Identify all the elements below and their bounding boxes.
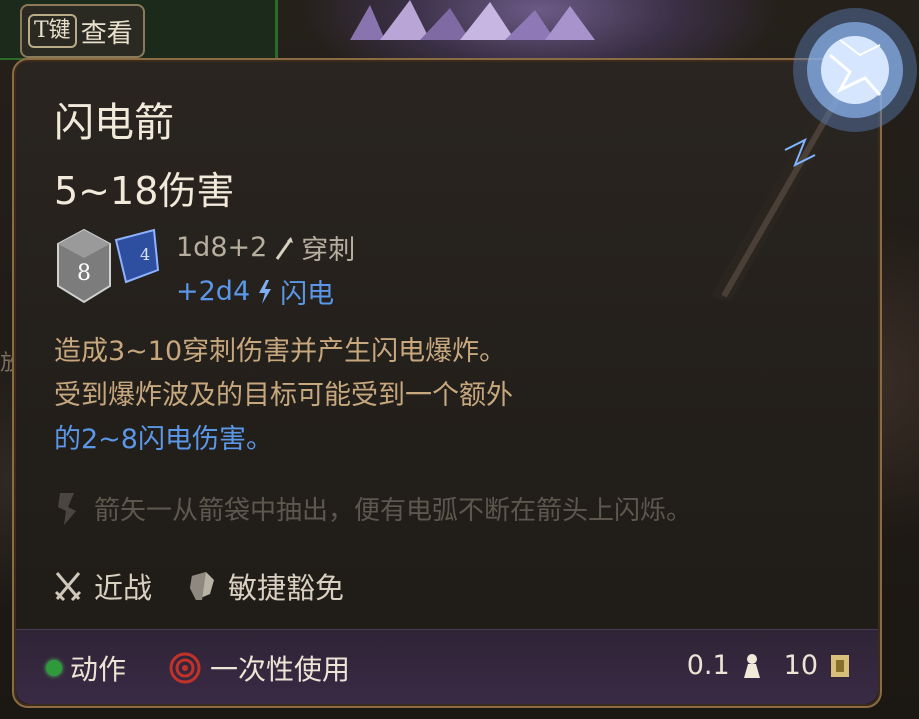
weight-value: 0.1: [686, 650, 730, 681]
description-highlight: 2~8闪电伤害: [81, 424, 246, 455]
arrow-of-lightning-icon: [711, 8, 917, 300]
pierce-type: 穿刺: [301, 235, 356, 266]
quote-icon: [58, 492, 76, 525]
action-dot-icon: [46, 660, 62, 676]
key-badge: T键: [28, 14, 77, 48]
usage-label: 一次性使用: [210, 653, 351, 686]
gold-icon: [831, 654, 849, 677]
description-line-1: 造成3~10穿刺伤害并产生闪电爆炸。: [54, 336, 507, 367]
lightning-type: 闪电: [280, 279, 335, 310]
inspect-key-hint[interactable]: T键 查看: [20, 4, 145, 58]
action-label: 动作: [70, 653, 127, 686]
lightning-dice: +2d4: [176, 276, 251, 307]
spell-tags: 近战 敏捷豁免: [54, 565, 366, 607]
tag-melee: 近战: [54, 565, 152, 607]
description-line-3: 的2~8闪电伤害。: [54, 418, 654, 462]
action-cost: 动作 一次性使用: [46, 648, 350, 688]
spell-title: 闪电箭: [54, 100, 174, 146]
tag-save-label: 敏捷豁免: [228, 571, 345, 605]
description-line-2: 受到爆炸波及的目标可能受到一个额外: [54, 380, 513, 411]
pierce-icon: [276, 236, 294, 260]
spell-description: 造成3~10穿刺伤害并产生闪电爆炸。 受到爆炸波及的目标可能受到一个额外 的2~…: [54, 330, 654, 462]
weight-icon: [743, 653, 760, 678]
d4-label: 4: [140, 245, 150, 264]
key-hint-label: 查看: [80, 18, 133, 49]
damage-total: 5~18伤害: [54, 169, 235, 213]
tag-melee-label: 近战: [94, 571, 153, 605]
flavor-text: 箭矢一从箭袋中抽出，便有电弧不断在箭头上闪烁。: [54, 490, 692, 527]
gold-value: 10: [783, 650, 818, 681]
description-prefix: 的: [54, 424, 81, 455]
one-time-use-icon: [169, 652, 201, 684]
crossed-swords-icon: [54, 572, 82, 602]
item-stats: 0.1 10: [687, 650, 852, 681]
description-suffix: 。: [245, 424, 273, 455]
d8-label: 8: [77, 261, 91, 286]
flavor-text-content: 箭矢一从箭袋中抽出，便有电弧不断在箭头上闪烁。: [94, 496, 693, 526]
damage-line-pierce: 1d8+2 穿刺: [176, 228, 355, 267]
dice-icon: 4 8: [57, 228, 160, 304]
damage-line-lightning: +2d4 闪电: [176, 272, 334, 311]
shield-save-icon: [190, 572, 215, 600]
tag-save: 敏捷豁免: [188, 565, 344, 607]
tooltip-footer: 动作 一次性使用 0.1 10: [16, 629, 878, 704]
crystal-cluster: [350, 0, 595, 40]
left-panel: T键 查看: [0, 0, 278, 60]
lightning-icon: [259, 279, 272, 304]
pierce-dice: 1d8+2: [176, 232, 268, 263]
